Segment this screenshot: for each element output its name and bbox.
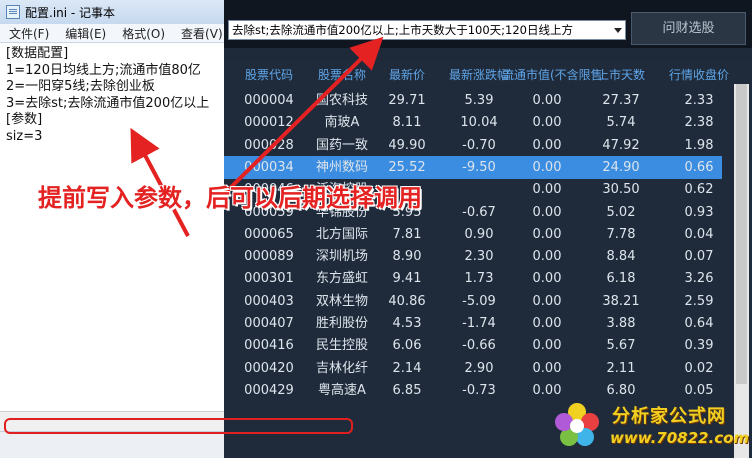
col-header-listed-days[interactable]: 上市天数 bbox=[576, 66, 666, 83]
watermark-title: 分析家公式网 bbox=[612, 406, 726, 427]
wencai-select-button[interactable]: 问财选股 bbox=[631, 12, 746, 45]
cell-close: 0.64 bbox=[684, 316, 714, 331]
table-header: 股票代码 股票名称 最新价 最新涨跌幅 流通市值(不含限售 上市天数 行情收盘价 bbox=[224, 66, 752, 84]
cell-listed-days: 7.78 bbox=[606, 226, 636, 242]
notepad-window: 配置.ini - 记事本 文件(F) 编辑(E) 格式(O) 查看(V) [数据… bbox=[0, 0, 224, 458]
cell-listed-days: 8.84 bbox=[606, 249, 636, 265]
table-row[interactable]: 000028 国药一致 49.90 -0.70 0.00 47.92 1.98 bbox=[224, 134, 722, 157]
highlight-frame bbox=[4, 418, 353, 434]
flower-logo-icon bbox=[555, 403, 599, 446]
text-line: 1=120日均线上方;流通市值80亿 bbox=[6, 62, 201, 78]
cell-close: 0.66 bbox=[684, 159, 714, 175]
text-line: 2=一阳穿5线;去除创业板 bbox=[6, 79, 155, 94]
table-row[interactable]: 000403 双林生物 40.86 -5.09 0.00 38.21 2.59 bbox=[224, 290, 722, 313]
cell-close: 0.39 bbox=[684, 338, 714, 354]
cell-close: 2.33 bbox=[684, 93, 714, 108]
cell-listed-days: 5.02 bbox=[606, 204, 636, 220]
table-row[interactable]: 000065 北方国际 7.81 0.90 0.00 7.78 0.04 bbox=[224, 223, 722, 246]
cell-close: 0.62 bbox=[684, 182, 714, 198]
cell-listed-days: 5.74 bbox=[606, 115, 636, 131]
cell-listed-days: 47.92 bbox=[602, 137, 640, 153]
text-line: 3=去除st;去除流通市值200亿以上 bbox=[6, 95, 210, 111]
text-line: [数据配置] bbox=[6, 46, 69, 61]
table-row[interactable]: 000407 胜利股份 4.53 -1.74 0.00 3.88 0.64 bbox=[224, 312, 722, 335]
cell-listed-days: 38.21 bbox=[602, 293, 640, 309]
cell-listed-days: 27.37 bbox=[602, 93, 640, 108]
cell-close: 2.38 bbox=[684, 115, 714, 131]
cell-listed-days: 6.18 bbox=[606, 271, 636, 287]
menu-edit[interactable]: 编辑(E) bbox=[56, 25, 113, 42]
text-line: siz=3 bbox=[6, 128, 43, 144]
table-row[interactable]: 000420 吉林化纤 2.14 2.90 0.00 2.11 0.02 bbox=[224, 357, 722, 380]
condition-combo-box[interactable]: 去除st;去除流通市值200亿以上;上市天数大于100天;120日线上方 bbox=[228, 20, 626, 40]
table-row[interactable]: 000416 民生控股 6.06 -0.66 0.00 5.67 0.39 bbox=[224, 334, 722, 357]
chevron-down-icon[interactable] bbox=[614, 28, 622, 33]
notepad-status-area bbox=[0, 431, 224, 458]
table-row[interactable]: 000004 国农科技 29.71 5.39 0.00 27.37 2.33 bbox=[224, 89, 722, 112]
menu-format[interactable]: 格式(O) bbox=[113, 25, 172, 42]
cell-close: 0.93 bbox=[684, 204, 714, 220]
table-row[interactable]: 000089 深圳机场 8.90 2.30 0.00 8.84 0.07 bbox=[224, 245, 722, 268]
cell-listed-days: 30.50 bbox=[602, 182, 640, 198]
notepad-title: 配置.ini - 记事本 bbox=[25, 5, 116, 20]
cell-close: 0.07 bbox=[684, 249, 714, 265]
cell-close: 0.04 bbox=[684, 226, 714, 242]
scrollbar-thumb[interactable] bbox=[736, 84, 747, 384]
notepad-text-area[interactable]: [数据配置] 1=120日均线上方;流通市值80亿 2=一阳穿5线;去除创业板 3=去… bbox=[6, 46, 224, 145]
menu-view[interactable]: 查看(V) bbox=[172, 25, 230, 42]
cell-listed-days: 3.88 bbox=[606, 316, 636, 331]
cell-close: 1.98 bbox=[684, 137, 714, 153]
notepad-titlebar: 配置.ini - 记事本 bbox=[0, 0, 224, 24]
cell-listed-days: 24.90 bbox=[602, 159, 640, 175]
table-row[interactable]: 000012 南玻A 8.11 10.04 0.00 5.74 2.38 bbox=[224, 111, 722, 134]
notepad-icon bbox=[6, 5, 20, 19]
notepad-menubar: 文件(F) 编辑(E) 格式(O) 查看(V) bbox=[0, 24, 224, 43]
cell-close: 0.02 bbox=[684, 360, 714, 376]
annotation-text: 提前写入参数，后可以后期选择调用 bbox=[38, 183, 422, 212]
cell-close: 3.26 bbox=[684, 271, 714, 287]
cell-listed-days: 2.11 bbox=[606, 360, 636, 376]
cell-close: 2.59 bbox=[684, 293, 714, 309]
watermark: 分析家公式网 www.70822.com bbox=[548, 396, 752, 458]
cell-listed-days: 5.67 bbox=[606, 338, 636, 354]
text-line: [参数] bbox=[6, 112, 43, 127]
col-header-close[interactable]: 行情收盘价 bbox=[654, 66, 744, 83]
combo-value: 去除st;去除流通市值200亿以上;上市天数大于100天;120日线上方 bbox=[232, 23, 573, 37]
menu-file[interactable]: 文件(F) bbox=[0, 25, 56, 42]
table-row[interactable]: 000034 神州数码 25.52 -9.50 0.00 24.90 0.66 bbox=[224, 155, 722, 179]
table-row[interactable]: 000301 东方盛虹 9.41 1.73 0.00 6.18 3.26 bbox=[224, 267, 722, 290]
watermark-url: www.70822.com bbox=[610, 429, 750, 447]
